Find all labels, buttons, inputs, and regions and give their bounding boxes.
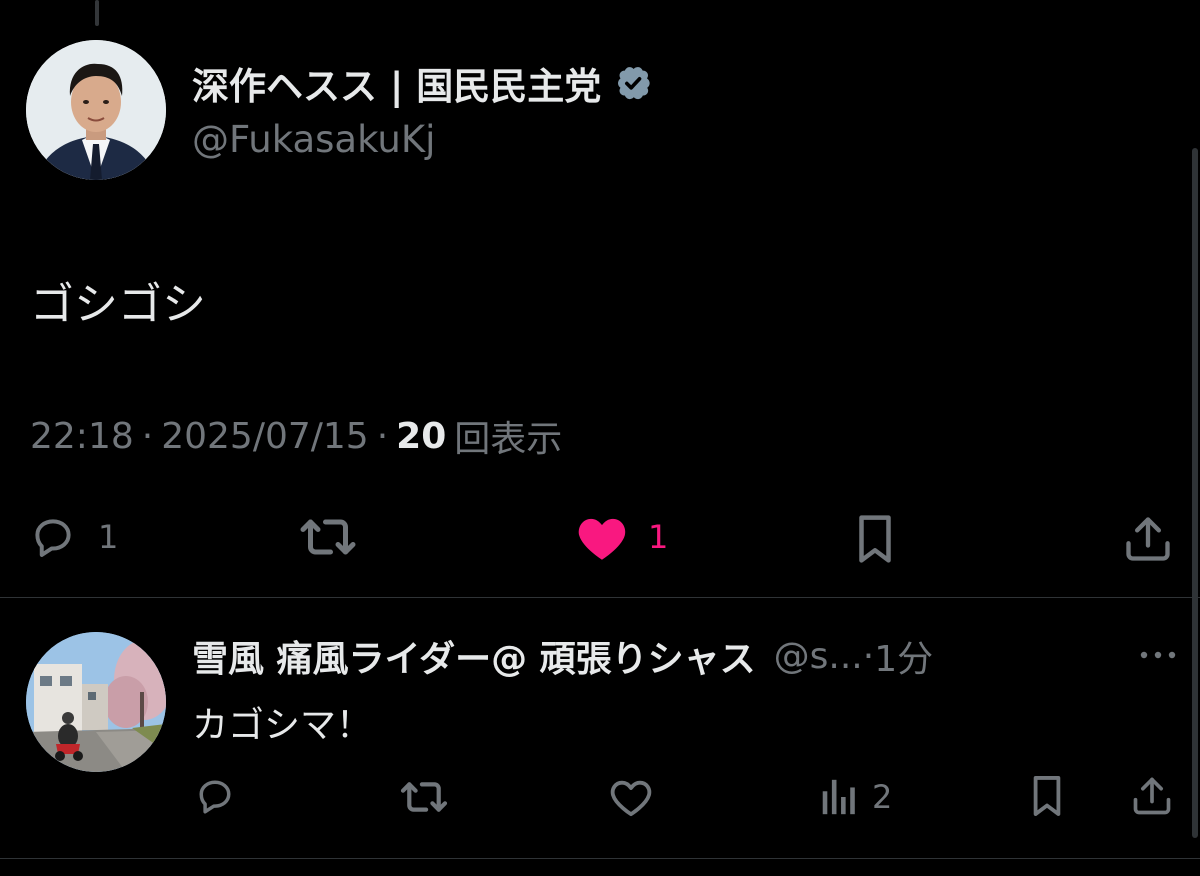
main-author-name[interactable]: 深作ヘスス | 国民民主党 <box>192 56 601 110</box>
verified-badge-icon[interactable] <box>613 63 653 103</box>
views-count[interactable]: 20 <box>396 416 446 457</box>
heart-icon <box>578 518 626 560</box>
thread-connector-line <box>95 0 99 26</box>
share-upload-icon <box>1126 517 1170 561</box>
reply-retweet-button[interactable] <box>398 776 450 818</box>
retweet-button[interactable] <box>298 512 358 562</box>
reply-author-name[interactable]: 雪風 痛風ライダー@ 頑張りシャス <box>192 630 756 682</box>
reply-author-handle[interactable]: @s... <box>774 636 863 677</box>
tweet-divider <box>0 858 1200 859</box>
retweet-icon <box>400 782 448 812</box>
bookmark-icon <box>859 515 891 563</box>
reply-time[interactable]: 1分 <box>874 630 933 682</box>
main-author-handle[interactable]: @FukasakuKj <box>192 118 435 161</box>
tweet-thread-view: 深作ヘスス | 国民民主党 @FukasakuKj ゴシゴシ 22:18 · 2… <box>0 0 1200 876</box>
reply-button[interactable]: 1 <box>26 512 118 562</box>
speech-bubble-icon <box>35 519 71 557</box>
main-tweet-text: ゴシゴシ <box>30 279 206 330</box>
reply-separator: · <box>862 635 875 677</box>
share-upload-icon <box>1133 777 1171 815</box>
retweet-icon <box>300 519 356 555</box>
tweet-meta-row: 22:18 · 2025/07/15 · 20 回表示 <box>30 412 563 461</box>
reply-like-button[interactable] <box>608 776 654 818</box>
reply-tweet-text: カゴシマ！ <box>192 705 373 746</box>
reply-bookmark-button[interactable] <box>1028 772 1066 820</box>
scrollbar[interactable] <box>1192 148 1198 838</box>
reply-reply-button[interactable] <box>192 774 238 818</box>
reply-count: 1 <box>98 518 119 556</box>
bookmark-button[interactable] <box>852 512 898 566</box>
reply-share-button[interactable] <box>1130 772 1174 820</box>
share-button[interactable] <box>1122 512 1174 566</box>
tweet-date[interactable]: 2025/07/15 <box>161 416 369 457</box>
meta-separator: · <box>376 415 389 457</box>
main-author-avatar[interactable] <box>26 40 166 180</box>
reply-header: 雪風 痛風ライダー@ 頑張りシャス @s... · 1分 <box>192 630 933 682</box>
bar-chart-icon <box>822 779 855 815</box>
main-author-name-row[interactable]: 深作ヘスス | 国民民主党 <box>192 58 653 108</box>
tweet-divider <box>0 597 1200 598</box>
meta-separator: · <box>141 415 154 457</box>
speech-bubble-icon <box>199 780 231 814</box>
more-dots-icon[interactable] <box>1136 640 1180 670</box>
reply-views-button[interactable]: 2 <box>818 776 892 818</box>
reply-author-avatar[interactable] <box>26 632 166 772</box>
tweet-time[interactable]: 22:18 <box>30 416 134 457</box>
bookmark-icon <box>1033 776 1061 816</box>
reply-views-count: 2 <box>872 778 893 816</box>
like-button[interactable]: 1 <box>574 512 668 562</box>
views-label: 回表示 <box>454 419 563 460</box>
heart-icon <box>610 780 652 817</box>
like-count: 1 <box>648 518 669 556</box>
